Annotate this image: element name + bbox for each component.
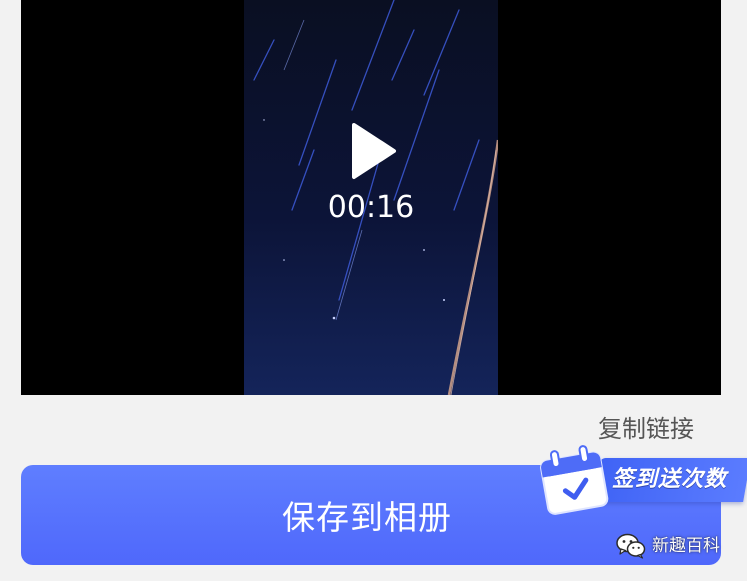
watermark: 新趣百科: [616, 533, 720, 559]
checkin-label: 签到送次数: [612, 467, 728, 492]
save-to-album-label: 保存到相册: [282, 498, 452, 537]
video-player[interactable]: 00:16: [21, 0, 721, 395]
wechat-icon: [616, 533, 646, 559]
play-icon[interactable]: [350, 122, 398, 180]
watermark-label: 新趣百科: [652, 536, 720, 556]
checkin-reward-banner[interactable]: 签到送次数: [536, 440, 747, 520]
page: 00:16 复制链接 保存到相册 签到送次数 新趣百科: [0, 0, 747, 581]
calendar-check-icon: [540, 445, 609, 515]
video-duration: 00:16: [327, 190, 415, 225]
